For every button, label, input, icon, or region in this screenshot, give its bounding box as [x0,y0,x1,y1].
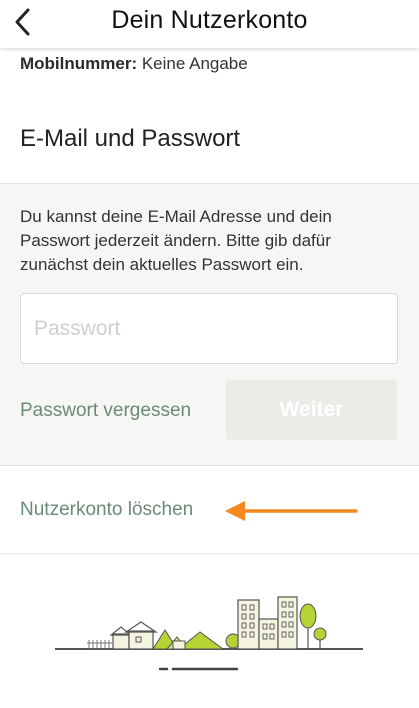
mobile-number-label: Mobilnummer: [20,54,138,73]
password-input[interactable] [20,293,398,364]
mobile-number-value: Keine Angabe [141,54,248,73]
section-title: E-Mail und Passwort [20,125,241,152]
arrow-left-icon [225,501,358,521]
home-indicator [159,667,239,671]
info-text: Du kannst deine E-Mail Adresse und dein … [20,207,332,274]
page-title: Dein Nutzerkonto [111,6,308,34]
divider [0,553,419,554]
mobile-number-row: Mobilnummer: Keine Angabe [20,54,248,74]
header: Dein Nutzerkonto [0,0,419,48]
next-button[interactable]: Weiter [226,380,397,440]
forgot-password-link[interactable]: Passwort vergessen [20,400,191,422]
cityscape-illustration [55,596,363,650]
delete-account-link[interactable]: Nutzerkonto löschen [20,499,193,521]
